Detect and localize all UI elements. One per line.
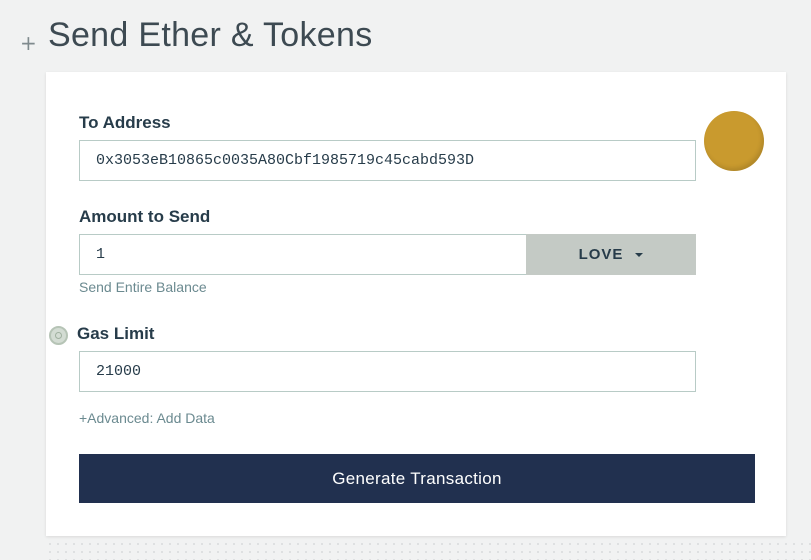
advanced-add-data-link[interactable]: +Advanced: Add Data [79,410,215,426]
background-pattern [46,540,811,560]
page-title: Send Ether & Tokens [48,16,373,54]
unit-dropdown-button[interactable]: LOVE [526,234,696,275]
plus-icon[interactable]: + [20,33,37,53]
amount-label: Amount to Send [79,207,211,226]
to-address-label: To Address [79,113,171,132]
to-address-input[interactable] [79,140,696,181]
address-identicon [704,111,764,171]
help-icon[interactable] [49,326,68,345]
amount-input[interactable] [79,234,527,275]
gas-limit-input[interactable] [79,351,696,392]
unit-label: LOVE [578,246,624,263]
generate-transaction-button[interactable]: Generate Transaction [79,454,755,503]
send-ether-page: + Send Ether & Tokens To Address Amount … [0,0,811,560]
gas-limit-label: Gas Limit [77,324,155,343]
send-entire-balance-link[interactable]: Send Entire Balance [79,279,207,295]
caret-down-icon [635,253,644,258]
